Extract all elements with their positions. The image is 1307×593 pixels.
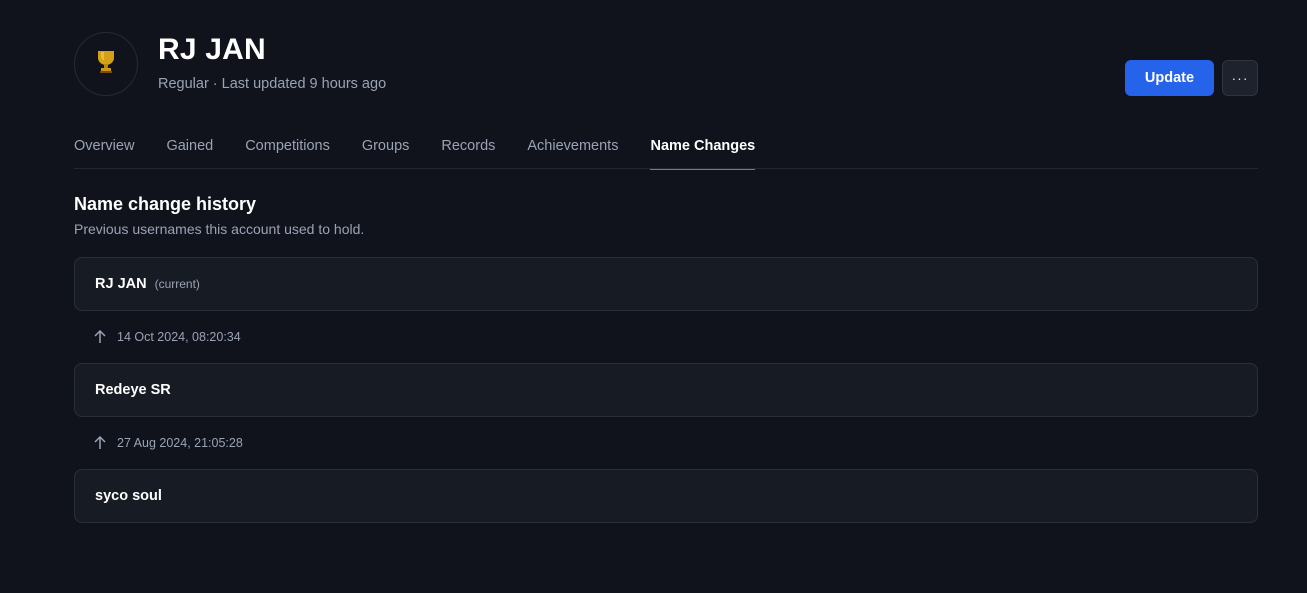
tab-name-changes[interactable]: Name Changes — [650, 128, 755, 170]
tab-records[interactable]: Records — [441, 128, 495, 169]
update-button[interactable]: Update — [1125, 60, 1214, 96]
name-change-entry: 27 Aug 2024, 21:05:28 — [74, 417, 1258, 469]
username: syco soul — [95, 488, 162, 504]
more-options-button[interactable]: ··· — [1222, 60, 1258, 96]
tab-competitions[interactable]: Competitions — [245, 128, 330, 169]
section-title: Name change history — [74, 194, 257, 214]
tab-overview[interactable]: Overview — [74, 128, 134, 169]
more-horizontal-icon: ··· — [1231, 70, 1249, 86]
tab-gained[interactable]: Gained — [166, 128, 213, 169]
username: RJ JAN — [95, 276, 147, 292]
name-card: Redeye SR — [74, 363, 1258, 417]
arrow-up-icon — [94, 435, 106, 450]
username: Redeye SR — [95, 382, 171, 398]
profile-tabs: Overview Gained Competitions Groups Reco… — [74, 128, 1258, 170]
name-card: RJ JAN (current) — [74, 257, 1258, 311]
player-subtitle: Regular · Last updated 9 hours ago — [158, 76, 387, 92]
player-profile-page: RJ JAN Regular · Last updated 9 hours ag… — [0, 0, 1307, 593]
name-card: syco soul — [74, 469, 1258, 523]
player-avatar — [74, 32, 138, 96]
change-date: 27 Aug 2024, 21:05:28 — [117, 436, 243, 450]
arrow-up-icon — [94, 329, 106, 344]
name-change-history: RJ JAN (current) 14 Oct 2024, 08:20:34 R… — [74, 257, 1258, 523]
player-header: RJ JAN Regular · Last updated 9 hours ag… — [74, 32, 1258, 98]
section-description: Previous usernames this account used to … — [74, 221, 365, 237]
trophy-icon — [95, 50, 117, 79]
player-name: RJ JAN — [158, 33, 266, 66]
tab-achievements[interactable]: Achievements — [527, 128, 618, 169]
change-date: 14 Oct 2024, 08:20:34 — [117, 330, 241, 344]
tab-groups[interactable]: Groups — [362, 128, 410, 169]
name-change-entry: 14 Oct 2024, 08:20:34 — [74, 311, 1258, 363]
current-badge: (current) — [154, 277, 200, 291]
